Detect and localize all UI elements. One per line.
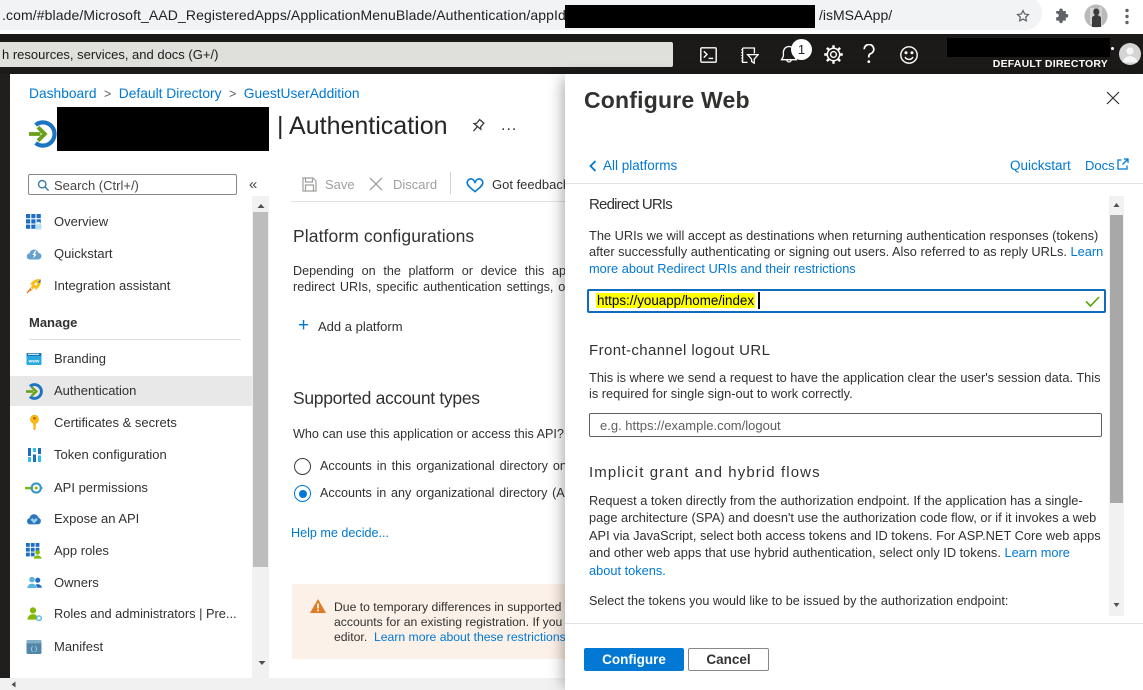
- svg-text:( ): ( ): [31, 646, 37, 653]
- svg-text:www: www: [28, 359, 40, 364]
